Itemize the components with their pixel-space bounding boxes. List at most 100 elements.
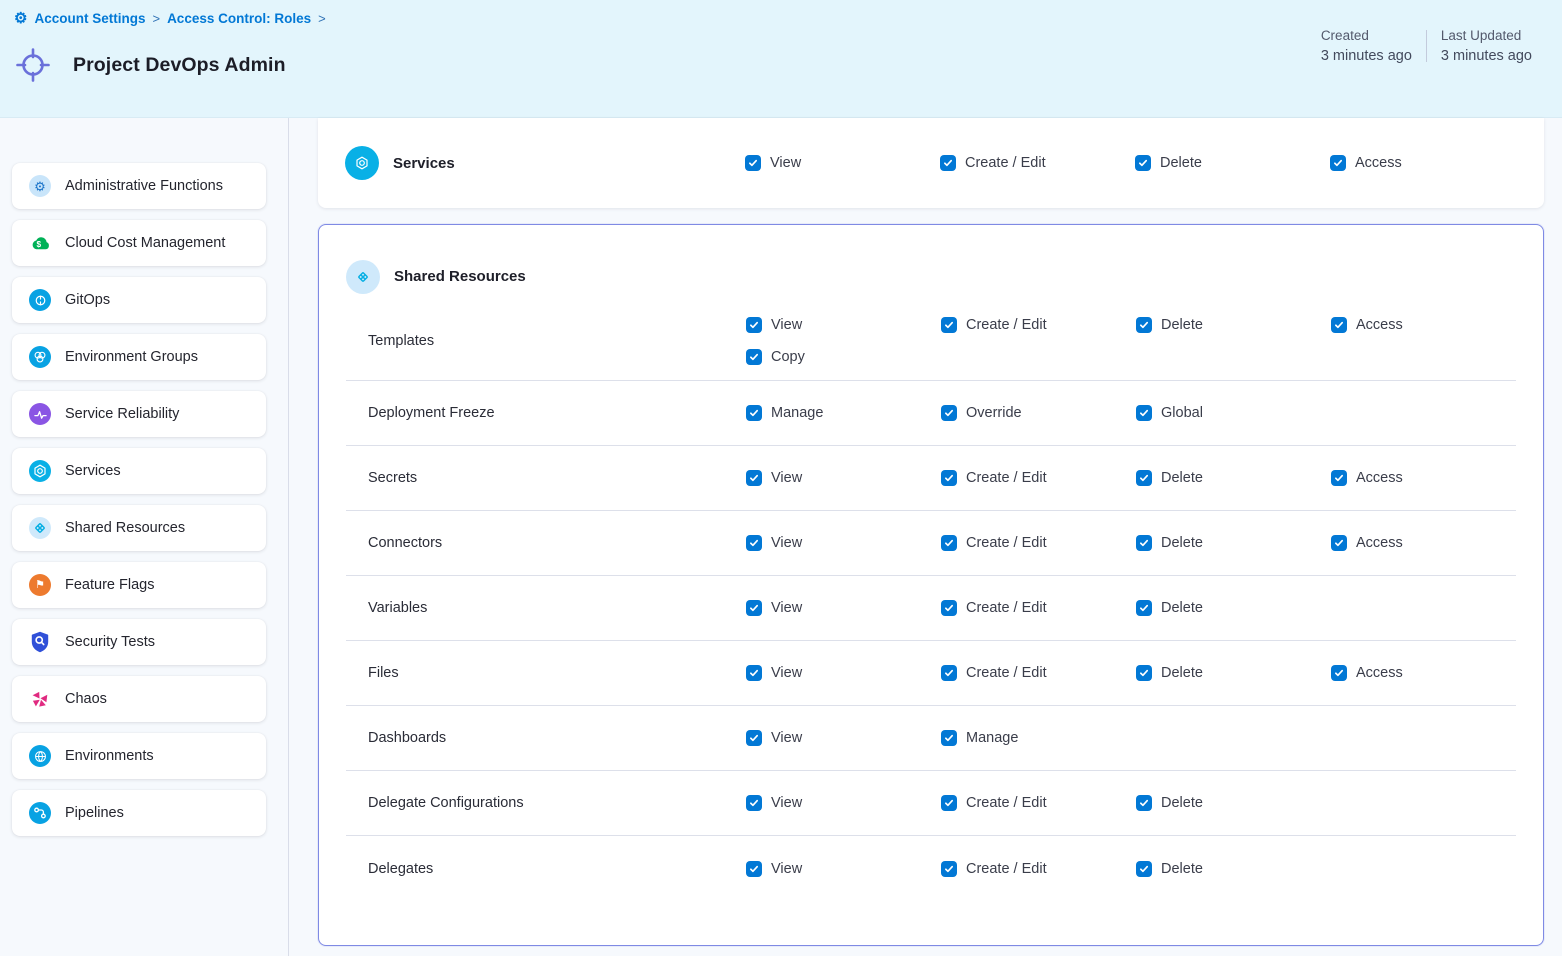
sidebar-item-services[interactable]: Services bbox=[12, 448, 266, 494]
permission-checkbox-checked[interactable] bbox=[1136, 470, 1152, 486]
permission-label: Delete bbox=[1161, 795, 1203, 811]
permission-checkbox-checked[interactable] bbox=[746, 861, 762, 877]
resource-row-permissions: ViewCreate / EditDeleteAccess bbox=[746, 650, 1526, 696]
permission-checkbox-checked[interactable] bbox=[746, 795, 762, 811]
permission-checkbox-checked[interactable] bbox=[1331, 535, 1347, 551]
cloud-cost-icon: $ bbox=[29, 232, 51, 254]
permission-label: Access bbox=[1356, 317, 1403, 333]
resource-row-permissions: ViewCreate / EditDelete bbox=[746, 780, 1526, 826]
permission: View bbox=[746, 535, 941, 551]
permission-label: Override bbox=[966, 405, 1022, 421]
permission-checkbox-checked[interactable] bbox=[746, 405, 762, 421]
permission-checkbox-checked[interactable] bbox=[941, 317, 957, 333]
permission-label: Delete bbox=[1161, 665, 1203, 681]
permission: Access bbox=[1331, 535, 1526, 551]
services-icon bbox=[345, 146, 379, 180]
sidebar-item-shared-resources[interactable]: Shared Resources bbox=[12, 505, 266, 551]
permission: Copy bbox=[746, 349, 941, 365]
resource-row-permissions: Manage Override Global bbox=[746, 390, 1526, 436]
permission-checkbox-checked[interactable] bbox=[1136, 600, 1152, 616]
chaos-icon bbox=[29, 688, 51, 710]
sidebar-item-gitops[interactable]: GitOps bbox=[12, 277, 266, 323]
permission-label: View bbox=[771, 795, 802, 811]
sidebar-item-feature-flags[interactable]: ⚑Feature Flags bbox=[12, 562, 266, 608]
permission-checkbox-checked[interactable] bbox=[746, 470, 762, 486]
resource-row-variables: VariablesViewCreate / EditDelete bbox=[346, 576, 1516, 641]
permission: Create / Edit bbox=[941, 470, 1136, 486]
permission-checkbox-checked[interactable] bbox=[1135, 155, 1151, 171]
permission: Delete bbox=[1136, 470, 1331, 486]
sidebar-item-security-tests[interactable]: Security Tests bbox=[12, 619, 266, 665]
permission-checkbox-checked[interactable] bbox=[1136, 861, 1152, 877]
permission: Access bbox=[1330, 155, 1525, 171]
permission-checkbox-checked[interactable] bbox=[1330, 155, 1346, 171]
permission: Create / Edit bbox=[941, 665, 1136, 681]
sidebar-item-pipelines[interactable]: Pipelines bbox=[12, 790, 266, 836]
permission-checkbox-checked[interactable] bbox=[941, 795, 957, 811]
permission-checkbox-checked[interactable] bbox=[940, 155, 956, 171]
services-icon bbox=[29, 460, 51, 482]
permission-checkbox-checked[interactable] bbox=[1136, 535, 1152, 551]
permission: Access bbox=[1331, 665, 1526, 681]
permission-checkbox-checked[interactable] bbox=[746, 535, 762, 551]
permission-label: View bbox=[771, 861, 802, 877]
sidebar-item-administrative-functions[interactable]: ⚙Administrative Functions bbox=[12, 163, 266, 209]
sidebar-item-label: Chaos bbox=[65, 691, 107, 707]
permission-checkbox-checked[interactable] bbox=[941, 470, 957, 486]
permission-label: View bbox=[771, 535, 802, 551]
permission-checkbox-checked[interactable] bbox=[746, 600, 762, 616]
permission-checkbox-checked[interactable] bbox=[941, 665, 957, 681]
permission: Create / Edit bbox=[941, 861, 1136, 877]
shared-resources-card-header: Shared Resources bbox=[319, 225, 1543, 302]
sidebar-item-chaos[interactable]: Chaos bbox=[12, 676, 266, 722]
permission-checkbox-checked[interactable] bbox=[941, 861, 957, 877]
resource-row-label: Connectors bbox=[346, 535, 746, 551]
permission-checkbox-checked[interactable] bbox=[1136, 317, 1152, 333]
resource-row-label: Secrets bbox=[346, 470, 746, 486]
permission-checkbox-checked[interactable] bbox=[745, 155, 761, 171]
sidebar-item-environments[interactable]: Environments bbox=[12, 733, 266, 779]
permission-checkbox-checked[interactable] bbox=[1331, 317, 1347, 333]
role-target-icon bbox=[14, 46, 52, 84]
permission-checkbox-checked[interactable] bbox=[1136, 405, 1152, 421]
permission: Create / Edit bbox=[941, 600, 1136, 616]
permission-label: Global bbox=[1161, 405, 1203, 421]
sidebar-item-label: Security Tests bbox=[65, 634, 155, 650]
shared-resources-icon bbox=[346, 260, 380, 294]
sidebar-item-label: Environment Groups bbox=[65, 349, 198, 365]
permission-label: Manage bbox=[966, 730, 1018, 746]
resource-row-connectors: ConnectorsViewCreate / EditDeleteAccess bbox=[346, 511, 1516, 576]
feature-flags-icon: ⚑ bbox=[29, 574, 51, 596]
permission-label: Manage bbox=[771, 405, 823, 421]
main-content: Services ViewCreate / EditDeleteAccess S… bbox=[290, 118, 1562, 956]
resource-row-delegate-configurations: Delegate ConfigurationsViewCreate / Edit… bbox=[346, 771, 1516, 836]
permission-checkbox-checked[interactable] bbox=[941, 535, 957, 551]
created-label: Created bbox=[1321, 28, 1369, 43]
sidebar-item-environment-groups[interactable]: Environment Groups bbox=[12, 334, 266, 380]
permission-checkbox-checked[interactable] bbox=[941, 730, 957, 746]
breadcrumb-link-access-control-roles[interactable]: Access Control: Roles bbox=[167, 11, 311, 26]
sidebar: ⚙Administrative Functions $Cloud Cost Man… bbox=[0, 118, 289, 956]
permission-label: Delete bbox=[1161, 861, 1203, 877]
permission-checkbox-checked[interactable] bbox=[746, 665, 762, 681]
permission-checkbox-checked[interactable] bbox=[1331, 470, 1347, 486]
permission-checkbox-checked[interactable] bbox=[746, 349, 762, 365]
permission-label: Create / Edit bbox=[965, 155, 1046, 171]
resource-row-delegates: DelegatesViewCreate / EditDelete bbox=[346, 836, 1516, 901]
permission-checkbox-checked[interactable] bbox=[1331, 665, 1347, 681]
shared-resources-card-title: Shared Resources bbox=[394, 268, 526, 285]
permission-checkbox-checked[interactable] bbox=[941, 405, 957, 421]
permission-checkbox-checked[interactable] bbox=[1136, 795, 1152, 811]
sidebar-item-label: Shared Resources bbox=[65, 520, 185, 536]
sidebar-item-cloud-cost-management[interactable]: $Cloud Cost Management bbox=[12, 220, 266, 266]
sidebar-item-service-reliability[interactable]: Service Reliability bbox=[12, 391, 266, 437]
permission-checkbox-checked[interactable] bbox=[746, 317, 762, 333]
permission-checkbox-checked[interactable] bbox=[1136, 665, 1152, 681]
permission: Delete bbox=[1136, 535, 1331, 551]
permission-label: Create / Edit bbox=[966, 600, 1047, 616]
breadcrumb: ⚙ Account Settings > Access Control: Rol… bbox=[14, 11, 326, 26]
breadcrumb-link-account-settings[interactable]: Account Settings bbox=[34, 11, 145, 26]
permission-checkbox-checked[interactable] bbox=[941, 600, 957, 616]
permission-checkbox-checked[interactable] bbox=[746, 730, 762, 746]
environment-groups-icon bbox=[29, 346, 51, 368]
